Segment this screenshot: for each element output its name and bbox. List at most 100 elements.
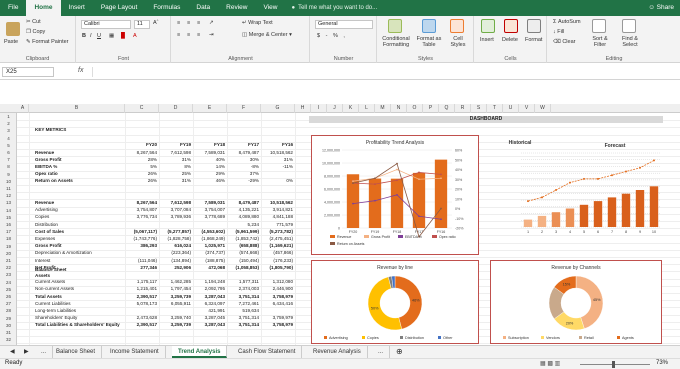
formula-input[interactable] <box>92 67 676 77</box>
tab-file[interactable]: File <box>0 0 26 16</box>
forecast-bar <box>551 212 561 227</box>
clear-label: Clear <box>562 39 576 45</box>
middle-align-icon[interactable]: ≡ <box>187 20 190 26</box>
income-value: (176,233) <box>273 257 293 263</box>
metric-value: 40% <box>215 156 225 162</box>
balance-value: 2,446,900 <box>272 286 293 292</box>
add-sheet-icon[interactable]: ⊕ <box>390 346 409 358</box>
delete-cells-icon[interactable] <box>504 19 518 33</box>
tab-review[interactable]: Review <box>218 0 255 16</box>
x-tick-label: FY19 <box>371 230 380 234</box>
tab-view[interactable]: View <box>255 0 285 16</box>
share-button[interactable]: ☺ Share <box>648 0 674 16</box>
bottom-align-icon[interactable]: ≡ <box>197 20 200 26</box>
bold-icon[interactable]: B <box>82 33 86 39</box>
next-sheet-icon[interactable]: ▶ <box>18 346 35 358</box>
clear-button[interactable]: ⌫ Clear <box>553 39 575 45</box>
format-cells-icon[interactable] <box>527 19 541 33</box>
conditional-formatting-icon[interactable] <box>388 19 402 33</box>
tab-page-layout[interactable]: Page Layout <box>93 0 146 16</box>
balance-value: 1,797,454 <box>170 286 191 292</box>
indent-icon[interactable]: ⇥ <box>209 32 214 38</box>
legend-swatch <box>364 235 369 238</box>
revenue-by-channels-chart[interactable]: Revenue by Channels 45% 20% 15% Subscriptio… <box>490 260 662 344</box>
conditional-formatting-button[interactable]: Conditional Formatting <box>381 36 411 48</box>
tab-insert[interactable]: Insert <box>61 0 93 16</box>
tab-home[interactable]: Home <box>26 0 61 16</box>
top-align-icon[interactable]: ≡ <box>177 20 180 26</box>
find-select-icon[interactable] <box>622 19 636 33</box>
balance-value: 6,324,097 <box>204 300 225 306</box>
format-button[interactable]: Format <box>525 37 542 43</box>
tab-trend-analysis[interactable]: Trend Analysis <box>172 346 228 358</box>
forecast-bar <box>523 219 533 227</box>
tab-income-statement[interactable]: Income Statement <box>104 346 166 358</box>
paste-button[interactable]: Paste <box>4 39 18 45</box>
find-select-button[interactable]: Find & Select <box>616 36 644 48</box>
revenue-by-line-chart[interactable]: Revenue by line 46% 50% Advertising Copies D… <box>311 260 479 344</box>
left-align-icon[interactable]: ≡ <box>177 32 180 38</box>
income-value: (134,894) <box>171 257 191 263</box>
cell-styles-icon[interactable] <box>450 19 464 33</box>
right-align-icon[interactable]: ≡ <box>197 32 200 38</box>
column-header-a: A <box>17 104 29 113</box>
borders-icon[interactable]: ▦ <box>109 33 114 39</box>
number-format-select[interactable]: General <box>315 20 373 29</box>
font-size-select[interactable]: 11 <box>134 20 150 29</box>
format-as-table-button[interactable]: Format as Table <box>416 36 442 48</box>
zoom-thumb[interactable] <box>612 361 615 368</box>
tab-cash-flow-statement[interactable]: Cash Flow Statement <box>232 346 303 358</box>
number-format-icons[interactable]: $ - % , <box>317 33 347 39</box>
grid-row-line <box>17 257 680 258</box>
grow-font-icon[interactable]: Aˆ <box>153 20 159 26</box>
insert-button[interactable]: Insert <box>480 37 494 43</box>
view-buttons[interactable]: ▦ ▩ ▥ <box>540 360 560 367</box>
tab-balance-sheet[interactable]: Balance Sheet <box>50 346 103 358</box>
metric-label: Return on Assets <box>35 178 73 184</box>
sort-filter-button[interactable]: Sort & Filter <box>586 36 614 48</box>
column-header-g: G <box>261 104 295 113</box>
insert-cells-icon[interactable] <box>481 19 495 33</box>
trend-point <box>625 170 627 173</box>
copy-button[interactable]: ❐ Copy <box>26 29 45 35</box>
autosum-button[interactable]: Σ AutoSum <box>553 19 581 25</box>
wrap-text-button[interactable]: ↵ Wrap Text <box>242 20 273 26</box>
italic-icon[interactable]: I <box>90 33 92 39</box>
tab-revenue-analysis[interactable]: Revenue Analysis <box>307 346 368 358</box>
font-name-select[interactable]: Calibri <box>81 20 131 29</box>
format-painter-button[interactable]: ✎ Format Painter <box>26 39 69 45</box>
revenue-bar <box>390 178 404 228</box>
ribbon: Paste ✂ Cut ❐ Copy ✎ Format Painter Clip… <box>0 16 680 63</box>
fill-color-icon[interactable]: █ <box>121 33 125 39</box>
income-value: (1,805,790) <box>269 264 294 270</box>
worksheet-grid[interactable]: KEY METRICS FY20 FY19 FY18 FY17 FY16 Revenue… <box>17 113 680 345</box>
orientation-icon[interactable]: ↗ <box>209 20 214 26</box>
name-box[interactable]: X25 <box>2 67 54 77</box>
profitability-chart[interactable]: Profitability Trend Analysis 12,000,000 1… <box>311 135 479 255</box>
income-value: (150,494) <box>239 257 259 263</box>
cell-styles-button[interactable]: Cell Styles <box>446 36 470 48</box>
underline-icon[interactable]: U <box>97 33 101 39</box>
fx-icon[interactable]: fx <box>78 67 83 74</box>
row-header: 12 <box>5 193 11 199</box>
font-color-icon[interactable]: A <box>133 33 137 39</box>
tab-formulas[interactable]: Formulas <box>145 0 188 16</box>
balance-value: 3,759,979 <box>272 315 293 321</box>
format-as-table-icon[interactable] <box>422 19 436 33</box>
merge-center-button[interactable]: ◫ Merge & Center ▾ <box>242 32 292 38</box>
cut-button[interactable]: ✂ Cut <box>26 19 41 25</box>
income-value: (1,868,249) <box>201 235 226 241</box>
zoom-level[interactable]: 73% <box>656 360 668 366</box>
tell-me-search[interactable]: ● Tell me what you want to do... <box>291 5 377 11</box>
zoom-slider[interactable] <box>580 364 650 365</box>
sort-filter-icon[interactable] <box>592 19 606 33</box>
column-header-n: N <box>391 104 407 113</box>
ellipsis-right[interactable]: ... <box>372 346 391 358</box>
paste-icon[interactable] <box>6 22 20 36</box>
delete-button[interactable]: Delete <box>502 37 518 43</box>
fill-button[interactable]: ↓ Fill <box>553 29 564 35</box>
center-align-icon[interactable]: ≡ <box>187 32 190 38</box>
forecast-chart[interactable]: Historical Forecast 1 2 3 4 5 6 7 8 9 10 <box>485 135 663 245</box>
row-header: 28 <box>5 308 11 314</box>
tab-data[interactable]: Data <box>188 0 218 16</box>
